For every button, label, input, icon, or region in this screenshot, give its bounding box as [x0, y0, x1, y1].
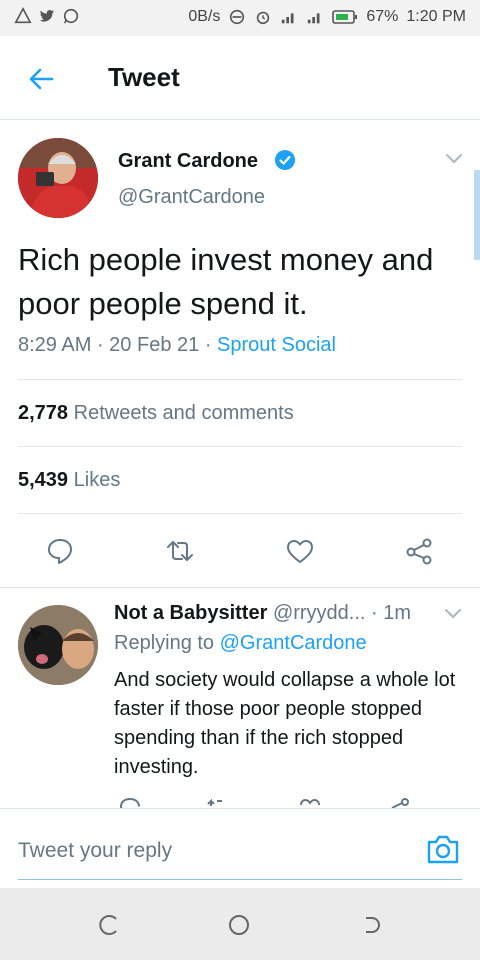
alert-triangle-icon [14, 7, 32, 24]
reply-time: 1m [383, 602, 412, 624]
author-name[interactable]: Grant Cardone [118, 150, 258, 173]
scroll-indicator [474, 170, 480, 260]
reply-header: Not a Babysitter @rryydd... · 1m [114, 602, 411, 625]
reply-author-avatar[interactable] [18, 605, 98, 685]
reply-author-name[interactable]: Not a Babysitter [114, 602, 267, 624]
meta-separator: · [204, 334, 218, 356]
reply-icon[interactable] [45, 536, 75, 566]
back-icon[interactable] [360, 912, 386, 938]
camera-icon[interactable] [424, 831, 462, 869]
reply-tweet[interactable]: Not a Babysitter @rryydd... · 1m Replyin… [0, 588, 480, 810]
replying-to: Replying to @GrantCardone [114, 632, 367, 655]
meta-separator: · [96, 334, 110, 356]
chevron-down-icon[interactable] [444, 608, 462, 620]
page-title: Tweet [108, 62, 180, 92]
tweet-text: Rich people invest money and poor people… [18, 242, 434, 321]
reply-author-handle[interactable]: @rryydd... [273, 602, 366, 624]
likes-count: 5,439 [18, 469, 69, 491]
whatsapp-icon [63, 8, 79, 24]
retweets-stat[interactable]: 2,778 Retweets and comments [18, 402, 294, 425]
input-underline [18, 879, 462, 880]
retweets-label: Retweets and comments [73, 402, 294, 424]
battery-percent: 67% [366, 8, 399, 25]
divider [18, 379, 462, 380]
recent-apps-icon[interactable] [96, 912, 122, 938]
share-icon[interactable] [404, 536, 434, 566]
reply-time-separator: · [371, 602, 378, 624]
signal-icon-2 [308, 13, 320, 24]
likes-label: Likes [73, 469, 121, 491]
tweet-time: 8:29 AM [18, 334, 92, 356]
battery-icon [332, 10, 358, 24]
verified-badge-icon [275, 150, 295, 170]
status-bar: 0B/s 67% 1:20 PM [0, 0, 480, 36]
alarm-icon [257, 11, 270, 25]
replying-user-link[interactable]: @GrantCardone [220, 632, 367, 654]
twitter-icon [39, 10, 55, 22]
replying-prefix: Replying to [114, 632, 215, 654]
chevron-down-icon[interactable] [444, 152, 464, 166]
main-tweet: Grant Cardone @GrantCardone Rich people … [0, 120, 480, 588]
arrow-left-icon[interactable] [26, 64, 56, 94]
tweet-date: 20 Feb 21 [109, 334, 200, 356]
home-icon[interactable] [226, 912, 252, 938]
tweet-source[interactable]: Sprout Social [217, 334, 336, 356]
retweets-count: 2,778 [18, 402, 69, 424]
author-handle[interactable]: @GrantCardone [118, 186, 265, 209]
divider [18, 446, 462, 447]
tweet-actions [0, 528, 480, 568]
reply-input[interactable]: Tweet your reply [18, 839, 172, 863]
like-icon[interactable] [285, 536, 315, 566]
reply-text: And society would collapse a whole lot f… [114, 669, 456, 778]
retweet-icon[interactable] [165, 536, 195, 566]
network-speed: 0B/s [188, 8, 221, 25]
do-not-disturb-icon [230, 9, 245, 25]
system-nav-bar [0, 888, 480, 960]
signal-icon [282, 13, 294, 24]
author-avatar[interactable] [18, 138, 98, 218]
clock: 1:20 PM [406, 8, 466, 25]
likes-stat[interactable]: 5,439 Likes [18, 469, 120, 492]
app-bar: Tweet [0, 36, 480, 120]
divider [18, 513, 462, 514]
reply-composer: Tweet your reply [0, 808, 480, 888]
tweet-meta: 8:29 AM · 20 Feb 21 · Sprout Social [18, 334, 336, 357]
